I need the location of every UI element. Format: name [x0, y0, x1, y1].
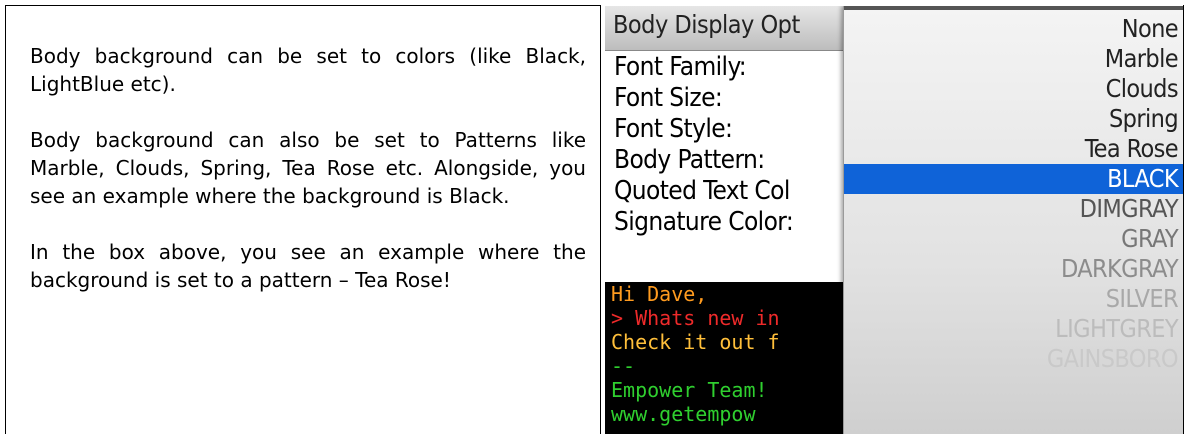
message-line: Hi Dave,	[611, 282, 708, 306]
option-font-family[interactable]: Font Family:	[605, 52, 865, 83]
paragraph-tea-rose: In the box above, you see an example whe…	[30, 240, 586, 292]
dropdown-item-black[interactable]: BLACK	[844, 164, 1183, 194]
dropdown-item-dimgray[interactable]: DIMGRAY	[844, 194, 1183, 224]
screen-title: Body Display Opt	[613, 10, 800, 39]
phone-screenshot: Body Display Opt Font Family: Font Size:…	[605, 6, 1183, 434]
paragraph-patterns: Body background can also be set to Patte…	[30, 128, 586, 208]
dropdown-item-spring[interactable]: Spring	[844, 104, 1183, 134]
dropdown-list: None Marble Clouds Spring Tea Rose BLACK…	[844, 14, 1183, 374]
dropdown-item-gainsboro[interactable]: GAINSBORO	[844, 344, 1183, 374]
message-line: --	[611, 354, 636, 378]
option-quoted-text-color[interactable]: Quoted Text Col	[605, 176, 865, 207]
dropdown-item-gray[interactable]: GRAY	[844, 224, 1183, 254]
body-display-options-screen: Body Display Opt Font Family: Font Size:…	[605, 6, 865, 434]
options-list: Font Family: Font Size: Font Style: Body…	[605, 52, 865, 238]
dropdown-item-none[interactable]: None	[844, 14, 1183, 44]
pattern-dropdown[interactable]: None Marble Clouds Spring Tea Rose BLACK…	[843, 6, 1183, 434]
dropdown-item-silver[interactable]: SILVER	[844, 284, 1183, 314]
option-font-style[interactable]: Font Style:	[605, 114, 865, 145]
description-text: Body background can be set to colors (li…	[30, 42, 586, 322]
table-border-top	[5, 5, 601, 6]
paragraph-colors: Body background can be set to colors (li…	[30, 44, 586, 96]
message-preview: Hi Dave, > Whats new in Check it out f -…	[605, 282, 865, 434]
message-line: > Whats new in	[611, 306, 780, 330]
dropdown-item-lightgrey[interactable]: LIGHTGREY	[844, 314, 1183, 344]
screen-header: Body Display Opt	[605, 6, 865, 51]
dropdown-item-clouds[interactable]: Clouds	[844, 74, 1183, 104]
option-body-pattern[interactable]: Body Pattern:	[605, 145, 865, 176]
dropdown-item-tea-rose[interactable]: Tea Rose	[844, 134, 1183, 164]
dropdown-item-marble[interactable]: Marble	[844, 44, 1183, 74]
option-font-size[interactable]: Font Size:	[605, 83, 865, 114]
dropdown-top-edge	[844, 6, 1183, 10]
message-line: www.getempow	[611, 402, 756, 426]
table-border-right	[1183, 5, 1184, 434]
dropdown-item-darkgray[interactable]: DARKGRAY	[844, 254, 1183, 284]
option-signature-color[interactable]: Signature Color:	[605, 207, 865, 238]
message-line: Empower Team!	[611, 378, 768, 402]
table-border-middle	[600, 5, 601, 434]
table-border-left	[5, 5, 6, 434]
message-line: Check it out f	[611, 330, 780, 354]
